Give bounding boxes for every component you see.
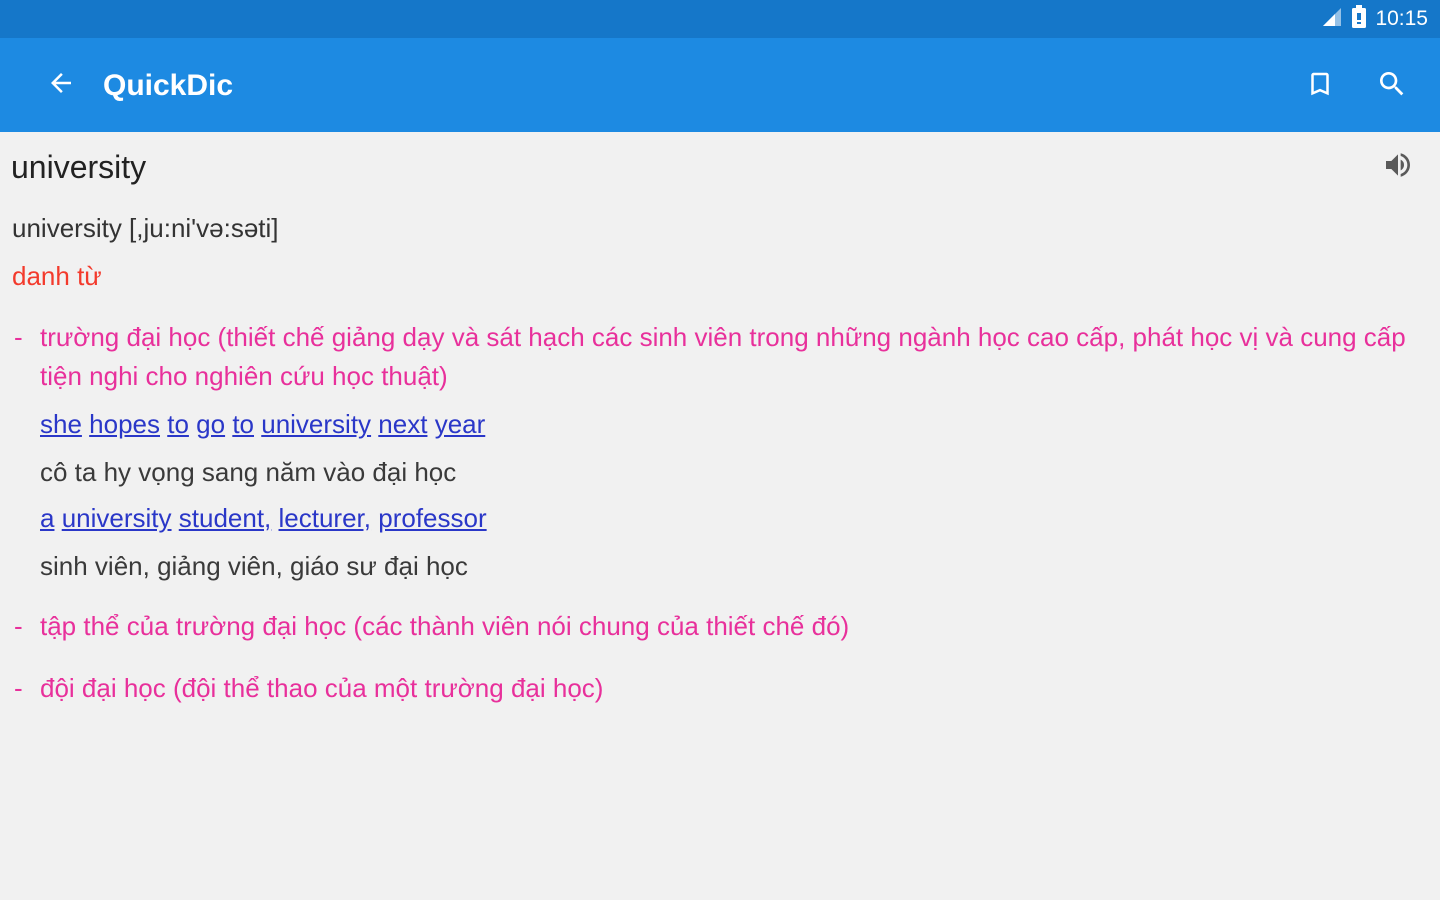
example-word-link[interactable]: year [435,409,486,439]
sense-text: trường đại học (thiết chế giảng dạy và s… [40,322,1406,391]
sense-item: - tập thể của trường đại học (các thành … [14,607,1424,646]
example-word-link[interactable]: professor [378,503,486,533]
back-button[interactable] [42,66,80,104]
sense-dash: - [14,673,23,703]
volume-icon [1382,149,1414,186]
status-icons: 10:15 [1321,4,1428,34]
sense-dash: - [14,611,23,641]
sense-item: - đội đại học (đội thể thao của một trườ… [14,669,1424,708]
example-word-link[interactable]: lecturer, [279,503,372,533]
battery-icon [1351,4,1367,34]
sense-dash: - [14,322,23,352]
search-button[interactable] [1372,66,1412,106]
example-english: she hopes to go to university next year [40,408,485,440]
search-icon [1376,68,1408,105]
example-word-link[interactable]: next [378,409,427,439]
app-bar: QuickDic [0,38,1440,132]
bookmark-button[interactable] [1300,66,1340,106]
example-word-link[interactable]: university [261,409,371,439]
example-word-link[interactable]: student, [179,503,272,533]
example-english: a university student, lecturer, professo… [40,502,487,534]
example-word-link[interactable]: a [40,503,54,533]
example-translation: cô ta hy vọng sang năm vào đại học [40,457,457,487]
example-word-link[interactable]: go [196,409,225,439]
sense-item: - trường đại học (thiết chế giảng dạy và… [14,318,1424,396]
status-time: 10:15 [1375,7,1428,30]
signal-icon [1321,6,1343,33]
pronunciation: university [,ju:ni'və:səti] [12,213,279,243]
part-of-speech: danh từ [12,261,102,291]
example-word-link[interactable]: to [167,409,189,439]
example-translation: sinh viên, giảng viên, giáo sư đại học [40,551,468,581]
bookmark-icon [1305,69,1335,104]
pronounce-button[interactable] [1378,147,1418,187]
entry-content: university university [,ju:ni'və:səti] d… [0,132,1440,900]
sense-text: đội đại học (đội thể thao của một trường… [40,673,604,703]
arrow-back-icon [46,68,76,103]
app-title: QuickDic [103,69,234,102]
headword: university [11,149,147,185]
status-bar: 10:15 [0,0,1440,38]
example-word-link[interactable]: she [40,409,82,439]
sense-text: tập thể của trường đại học (các thành vi… [40,611,850,641]
example-word-link[interactable]: to [232,409,254,439]
example-word-link[interactable]: hopes [89,409,160,439]
example-word-link[interactable]: university [62,503,172,533]
